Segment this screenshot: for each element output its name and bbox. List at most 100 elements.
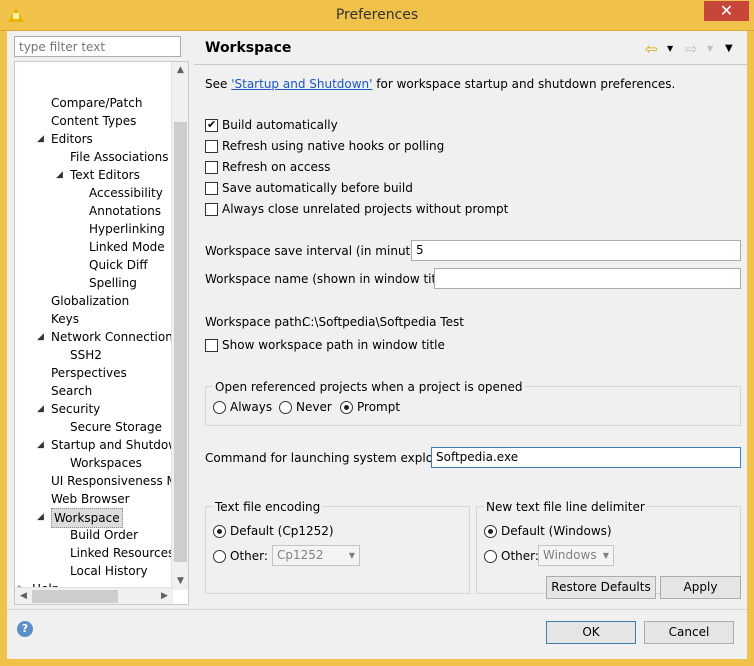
open-referenced-title: Open referenced projects when a project … — [213, 379, 525, 395]
forward-arrow-icon[interactable]: ⇨ — [685, 40, 698, 58]
scroll-down-icon[interactable]: ▼ — [172, 573, 188, 590]
tree-item[interactable]: ◢ Editors — [15, 130, 173, 148]
radio-dot[interactable] — [213, 525, 226, 538]
tree-item[interactable]: Web Browser — [15, 490, 173, 508]
forward-menu-chevron-down-icon[interactable]: ▼ — [707, 44, 713, 53]
expanded-twisty-icon[interactable]: ◢ — [37, 400, 47, 418]
open-referenced-group: Open referenced projects when a project … — [205, 379, 741, 426]
tree-item[interactable]: File Associations — [15, 148, 173, 166]
tree-item-label: Accessibility — [89, 186, 163, 200]
radio-dot[interactable] — [279, 401, 292, 414]
tree-item[interactable]: Perspectives — [15, 364, 173, 382]
tree-item[interactable]: Quick Diff — [15, 256, 173, 274]
tree-item[interactable]: Hyperlinking — [15, 220, 173, 238]
show-path-label: Show workspace path in window title — [222, 338, 445, 352]
tree-item[interactable]: ◢ Startup and Shutdown — [15, 436, 173, 454]
tree-item-label: Workspaces — [70, 456, 142, 470]
radio-dot[interactable] — [484, 525, 497, 538]
help-icon[interactable]: ? — [17, 621, 33, 637]
expanded-twisty-icon[interactable]: ◢ — [37, 508, 47, 526]
scroll-up-icon[interactable]: ▲ — [172, 62, 188, 79]
workspace-name-label: Workspace name (shown in window title): — [205, 272, 456, 286]
view-menu-icon[interactable]: ▼ — [725, 43, 733, 54]
scroll-thumb[interactable] — [174, 122, 187, 562]
save-interval-input[interactable]: 5 — [411, 240, 741, 261]
restore-defaults-button[interactable]: Restore Defaults — [546, 576, 656, 599]
page-title: Workspace — [205, 40, 292, 56]
delimiter-title: New text file line delimiter — [484, 499, 647, 515]
checkbox-box[interactable] — [205, 140, 218, 153]
option-label: Refresh on access — [222, 160, 331, 174]
explorer-command-input[interactable]: Softpedia.exe — [431, 447, 741, 468]
scroll-right-icon[interactable]: ▶ — [156, 588, 173, 604]
tree-item[interactable]: Build Order — [15, 526, 173, 544]
tree-item-label: Build Order — [70, 528, 139, 542]
tree-item[interactable]: Search — [15, 382, 173, 400]
checkbox-box[interactable] — [205, 203, 218, 216]
tree-item[interactable]: Globalization — [15, 292, 173, 310]
encoding-select[interactable]: Cp1252 ▼ — [272, 545, 360, 566]
tree-vertical-scrollbar[interactable]: ▲ ▼ — [171, 62, 188, 590]
delimiter-select[interactable]: Windows ▼ — [538, 545, 614, 566]
radio-dot[interactable] — [340, 401, 353, 414]
tree-item[interactable]: Secure Storage — [15, 418, 173, 436]
radio-dot[interactable] — [213, 550, 226, 563]
tree-item[interactable]: Annotations — [15, 202, 173, 220]
tree-item[interactable]: Accessibility — [15, 184, 173, 202]
tree-item[interactable]: Keys — [15, 310, 173, 328]
radio-dot[interactable] — [213, 401, 226, 414]
checkbox-box[interactable] — [205, 117, 218, 133]
tree-item[interactable]: Content Types — [15, 112, 173, 130]
history-nav: ⇦ ▼ ⇨ ▼ ▼ — [645, 40, 741, 58]
preference-tree[interactable]: Compare/Patch Content Types ◢ Editors File A… — [14, 61, 189, 605]
tree-item-label: Workspace — [51, 508, 123, 528]
tree-item[interactable]: ◢ Network Connection — [15, 328, 173, 346]
tree-item-label: Globalization — [51, 294, 130, 308]
expanded-twisty-icon[interactable]: ◢ — [37, 328, 47, 346]
workspace-name-input[interactable] — [434, 268, 741, 289]
filter-input[interactable] — [14, 36, 181, 57]
page-body: See 'Startup and Shutdown' for workspace… — [194, 65, 747, 609]
checkbox-box[interactable] — [205, 339, 218, 352]
tree-item[interactable]: ◢ Security — [15, 400, 173, 418]
ok-button[interactable]: OK — [546, 621, 636, 644]
expanded-twisty-icon[interactable]: ◢ — [56, 166, 66, 184]
tree-item-label: Quick Diff — [89, 258, 148, 272]
radio-label: Prompt — [357, 400, 401, 414]
cancel-button[interactable]: Cancel — [644, 621, 734, 644]
tree-item[interactable]: Spelling — [15, 274, 173, 292]
tree-item[interactable]: ◢ Workspace — [15, 508, 173, 528]
option-label: Always close unrelated projects without … — [222, 202, 509, 216]
expanded-twisty-icon[interactable]: ◢ — [37, 436, 47, 454]
scroll-thumb-horizontal[interactable] — [32, 590, 118, 603]
tree-item[interactable]: Linked Mode — [15, 238, 173, 256]
tree-item[interactable]: Compare/Patch — [15, 94, 173, 112]
back-arrow-icon[interactable]: ⇦ — [645, 40, 658, 58]
encoding-other-label: Other: — [230, 549, 268, 563]
startup-shutdown-link[interactable]: 'Startup and Shutdown' — [231, 77, 372, 91]
close-button[interactable]: ✕ — [704, 1, 749, 21]
apply-button[interactable]: Apply — [660, 576, 741, 599]
footer-separator — [7, 609, 747, 610]
scroll-left-icon[interactable]: ◀ — [15, 588, 32, 604]
tree-item[interactable]: Workspaces — [15, 454, 173, 472]
tree-item-label: Secure Storage — [70, 420, 163, 434]
tree-item[interactable]: Local History — [15, 562, 173, 580]
tree-item[interactable]: Linked Resources — [15, 544, 173, 562]
tree-item[interactable]: UI Responsiveness Monitoring — [15, 472, 173, 490]
radio-dot[interactable] — [484, 550, 497, 563]
workspace-path-label: Workspace path: — [205, 315, 306, 329]
tree-horizontal-scrollbar[interactable]: ◀ ▶ — [15, 587, 173, 604]
tree-item[interactable]: SSH2 — [15, 346, 173, 364]
tree-item-label: Hyperlinking — [89, 222, 165, 236]
expanded-twisty-icon[interactable]: ◢ — [37, 130, 47, 148]
window-title: Preferences — [335, 7, 419, 23]
explorer-command-label: Command for launching system explorer: — [205, 451, 454, 465]
back-menu-chevron-down-icon[interactable]: ▼ — [667, 44, 673, 53]
tree-item[interactable]: ◢ Text Editors — [15, 166, 173, 184]
tree-item-label: Annotations — [89, 204, 162, 218]
option-label: Save automatically before build — [222, 181, 413, 195]
tree-item-label: SSH2 — [70, 348, 102, 362]
checkbox-box[interactable] — [205, 161, 218, 174]
checkbox-box[interactable] — [205, 182, 218, 195]
